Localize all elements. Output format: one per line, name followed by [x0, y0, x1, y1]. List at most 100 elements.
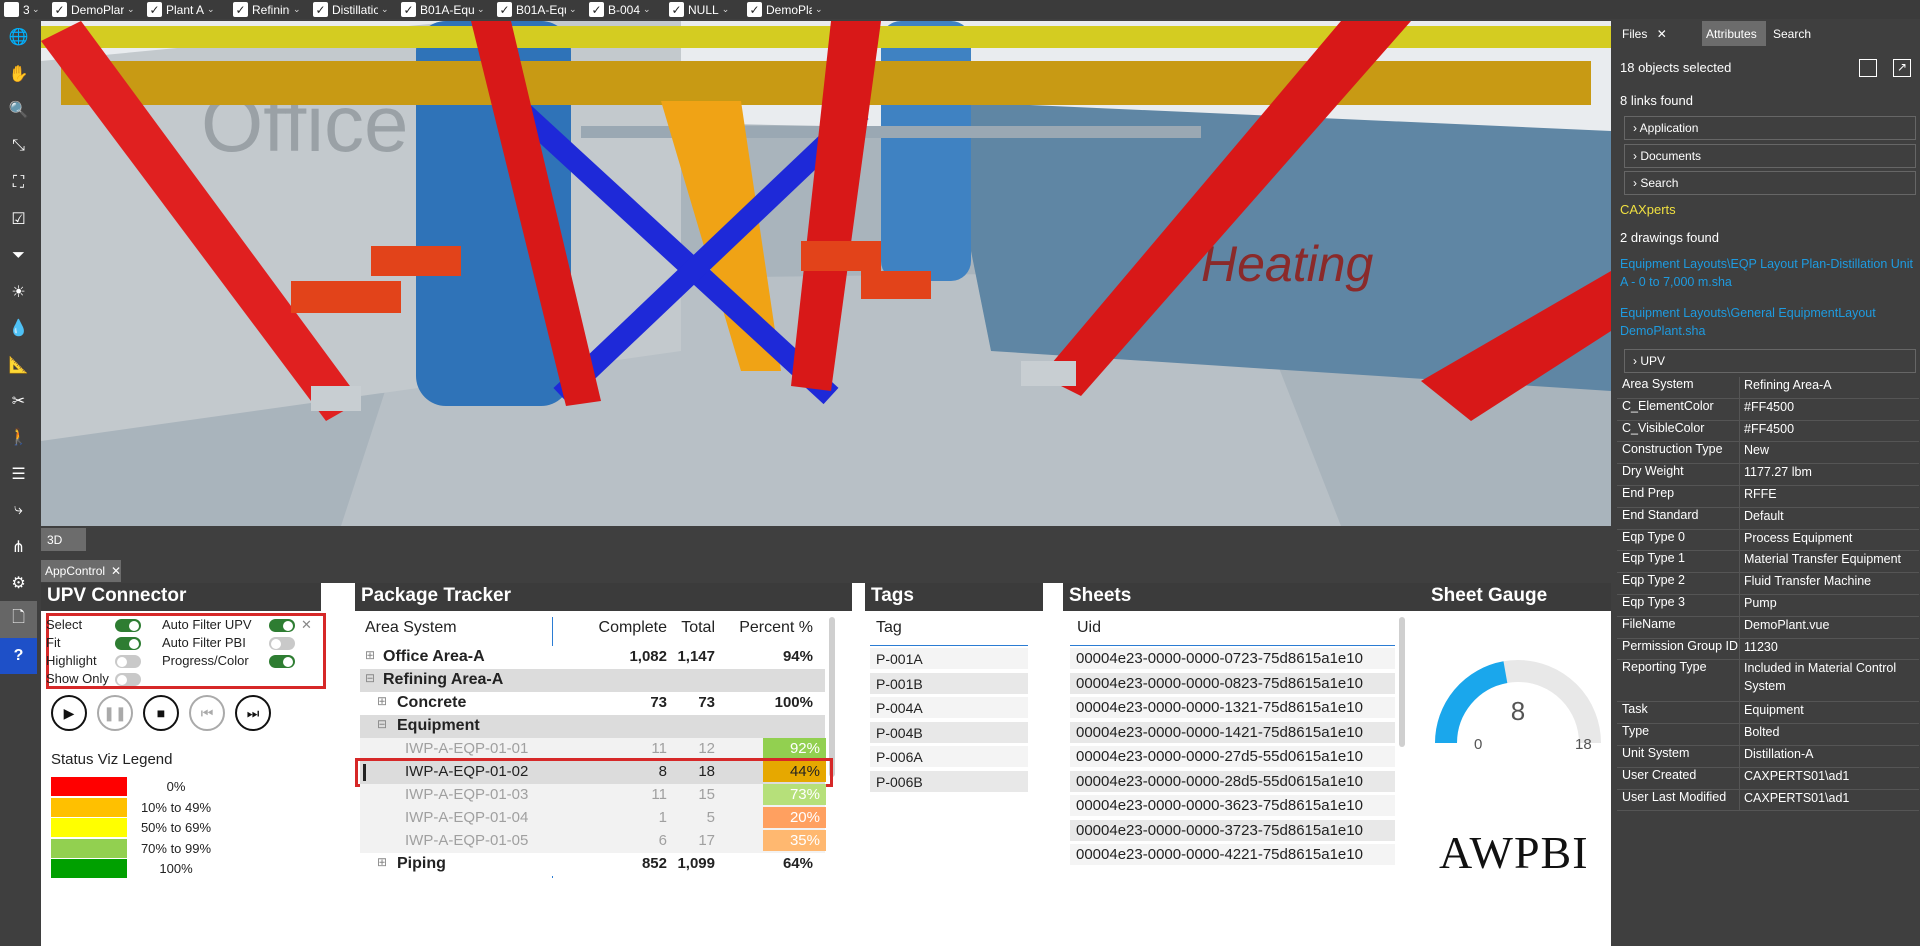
attribute-row[interactable]: User Created CAXPERTS01\ad1: [1617, 767, 1919, 790]
chevron-down-icon[interactable]: ⌄: [293, 4, 301, 15]
drawing-link-2[interactable]: Equipment Layouts\General EquipmentLayou…: [1620, 305, 1916, 340]
layer-tab[interactable]: 3D⌄: [0, 0, 48, 19]
chevron-down-icon[interactable]: ⌄: [815, 4, 823, 15]
expand-icon[interactable]: ⊞: [377, 855, 387, 869]
chevron-down-icon[interactable]: ⌄: [643, 4, 651, 15]
zoom-icon[interactable]: 🔍: [0, 92, 37, 128]
section-application[interactable]: › Application: [1624, 116, 1916, 140]
section-search[interactable]: › Search: [1624, 171, 1916, 195]
sheets-column-header[interactable]: Uid: [1077, 619, 1101, 637]
skip-back-button[interactable]: ⏮: [189, 695, 225, 731]
gear-icon[interactable]: ⚙: [0, 565, 37, 601]
sheet-row[interactable]: 00004e23-0000-0000-28d5-55d0615a1e10: [1070, 770, 1395, 792]
chevron-down-icon[interactable]: ⌄: [207, 4, 215, 15]
layer-tab[interactable]: ✓ B01A-Equ ⌄: [397, 0, 493, 19]
layer-tab[interactable]: ✓ B-004 ⌄: [585, 0, 665, 19]
drop-icon[interactable]: 💧: [0, 310, 37, 346]
expand-icon[interactable]: ⊟: [365, 671, 375, 685]
sheet-row[interactable]: 00004e23-0000-0000-3723-75d8615a1e10: [1070, 819, 1395, 841]
route-icon[interactable]: ⤷: [0, 492, 37, 528]
sheet-row[interactable]: 00004e23-0000-0000-27d5-55d0615a1e10: [1070, 746, 1395, 767]
attribute-row[interactable]: Reporting Type Included in Material Contr…: [1617, 660, 1919, 703]
filter-icon[interactable]: ⏷: [0, 237, 37, 273]
attribute-row[interactable]: End Standard Default: [1617, 507, 1919, 530]
tab-3d[interactable]: 3D: [41, 528, 86, 551]
upv-close-icon[interactable]: ✕: [301, 617, 312, 633]
section-upv[interactable]: › UPV: [1624, 349, 1916, 373]
layer-checkbox[interactable]: ✓: [233, 2, 248, 17]
layer-tab[interactable]: ✓ Distillatio ⌄: [309, 0, 397, 19]
layer-tab[interactable]: ✓ B01A-Equ ⌄: [493, 0, 585, 19]
document-icon[interactable]: 🗋: [0, 601, 37, 638]
sheet-row[interactable]: 00004e23-0000-0000-1421-75d8615a1e10: [1070, 721, 1395, 743]
expand-icon[interactable]: ⊞: [365, 648, 375, 662]
pause-button[interactable]: ❚❚: [97, 695, 133, 731]
attribute-row[interactable]: End Prep RFFE: [1617, 486, 1919, 508]
toggle-switch[interactable]: [269, 655, 295, 668]
layer-checkbox[interactable]: ✓: [313, 2, 328, 17]
fit-icon[interactable]: ⛶: [0, 165, 37, 201]
tab-search[interactable]: Search: [1769, 21, 1815, 46]
attribute-row[interactable]: User Last Modified CAXPERTS01\ad1: [1617, 789, 1919, 812]
expand-icon[interactable]: ⊟: [377, 717, 387, 731]
scrollbar[interactable]: [829, 617, 835, 777]
copy-icon[interactable]: [1859, 59, 1877, 77]
layer-tab[interactable]: ✓ Plant A ⌄: [143, 0, 229, 19]
tag-row[interactable]: P-004A: [870, 697, 1028, 718]
layer-checkbox[interactable]: ✓: [52, 2, 67, 17]
attribute-row[interactable]: Eqp Type 2 Fluid Transfer Machine: [1617, 573, 1919, 595]
chevron-down-icon[interactable]: ⌄: [722, 4, 730, 15]
toggle-switch[interactable]: [115, 619, 141, 632]
tab-close-icon[interactable]: ✕: [111, 564, 121, 582]
tab-files[interactable]: Files ✕: [1618, 21, 1671, 46]
layer-tab[interactable]: ✓ DemoPlar⌄: [743, 0, 831, 19]
layer-checkbox[interactable]: ✓: [147, 2, 162, 17]
attribute-row[interactable]: Task Equipment: [1617, 702, 1919, 725]
chevron-down-icon[interactable]: ⌄: [381, 4, 389, 15]
attribute-row[interactable]: Area System Refining Area-A: [1617, 377, 1919, 399]
sheet-row[interactable]: 00004e23-0000-0000-3623-75d8615a1e10: [1070, 795, 1395, 816]
tag-row[interactable]: P-001A: [870, 648, 1028, 669]
attribute-row[interactable]: Unit System Distillation-A: [1617, 746, 1919, 768]
sheet-row[interactable]: 00004e23-0000-0000-0723-75d8615a1e10: [1070, 648, 1395, 669]
attribute-row[interactable]: Type Bolted: [1617, 724, 1919, 746]
attribute-row[interactable]: C_VisibleColor #FF4500: [1617, 420, 1919, 443]
chevron-down-icon[interactable]: ⌄: [477, 4, 485, 15]
tab-attributes[interactable]: Attributes: [1702, 21, 1766, 46]
attribute-row[interactable]: Construction Type New: [1617, 442, 1919, 465]
attribute-row[interactable]: Permission Group ID 11230: [1617, 638, 1919, 661]
attribute-row[interactable]: Eqp Type 3 Pump: [1617, 595, 1919, 617]
chevron-down-icon[interactable]: ⌄: [127, 4, 135, 15]
chevron-down-icon[interactable]: ⌄: [569, 4, 577, 15]
measure-icon[interactable]: 📐: [0, 347, 37, 383]
network-icon[interactable]: ⋔: [0, 528, 37, 564]
walk-icon[interactable]: 🚶: [0, 419, 37, 455]
tags-column-header[interactable]: Tag: [876, 619, 902, 637]
sheet-row[interactable]: 00004e23-0000-0000-4221-75d8615a1e10: [1070, 844, 1395, 865]
light-icon[interactable]: ☀: [0, 274, 37, 310]
tag-row[interactable]: P-004B: [870, 721, 1028, 743]
layer-checkbox[interactable]: ✓: [747, 2, 762, 17]
attribute-row[interactable]: C_ElementColor #FF4500: [1617, 398, 1919, 421]
sheet-row[interactable]: 00004e23-0000-0000-1321-75d8615a1e10: [1070, 697, 1395, 718]
layer-checkbox[interactable]: ✓: [589, 2, 604, 17]
layer-tab[interactable]: ✓ Refining A⌄: [229, 0, 309, 19]
3d-viewport[interactable]: Office Heating: [41, 21, 1611, 526]
layer-checkbox[interactable]: ✓: [401, 2, 416, 17]
expand-icon[interactable]: ⊞: [377, 694, 387, 708]
stop-button[interactable]: ■: [143, 695, 179, 731]
drawing-link-1[interactable]: Equipment Layouts\EQP Layout Plan-Distil…: [1620, 256, 1916, 291]
tag-row[interactable]: P-001B: [870, 672, 1028, 694]
column-header[interactable]: Percent %: [721, 619, 813, 637]
tag-row[interactable]: P-006A: [870, 746, 1028, 767]
column-header[interactable]: Complete: [555, 619, 667, 637]
sheet-row[interactable]: 00004e23-0000-0000-0823-75d8615a1e10: [1070, 672, 1395, 694]
tag-row[interactable]: P-006B: [870, 770, 1028, 792]
globe-icon[interactable]: 🌐: [0, 19, 37, 55]
layer-checkbox[interactable]: ✓: [497, 2, 512, 17]
attribute-row[interactable]: FileName DemoPlant.vue: [1617, 616, 1919, 639]
toggle-switch[interactable]: [115, 655, 141, 668]
external-link-icon[interactable]: ↗: [1893, 59, 1911, 77]
layer-checkbox[interactable]: ✓: [669, 2, 684, 17]
toggle-switch[interactable]: [269, 619, 295, 632]
